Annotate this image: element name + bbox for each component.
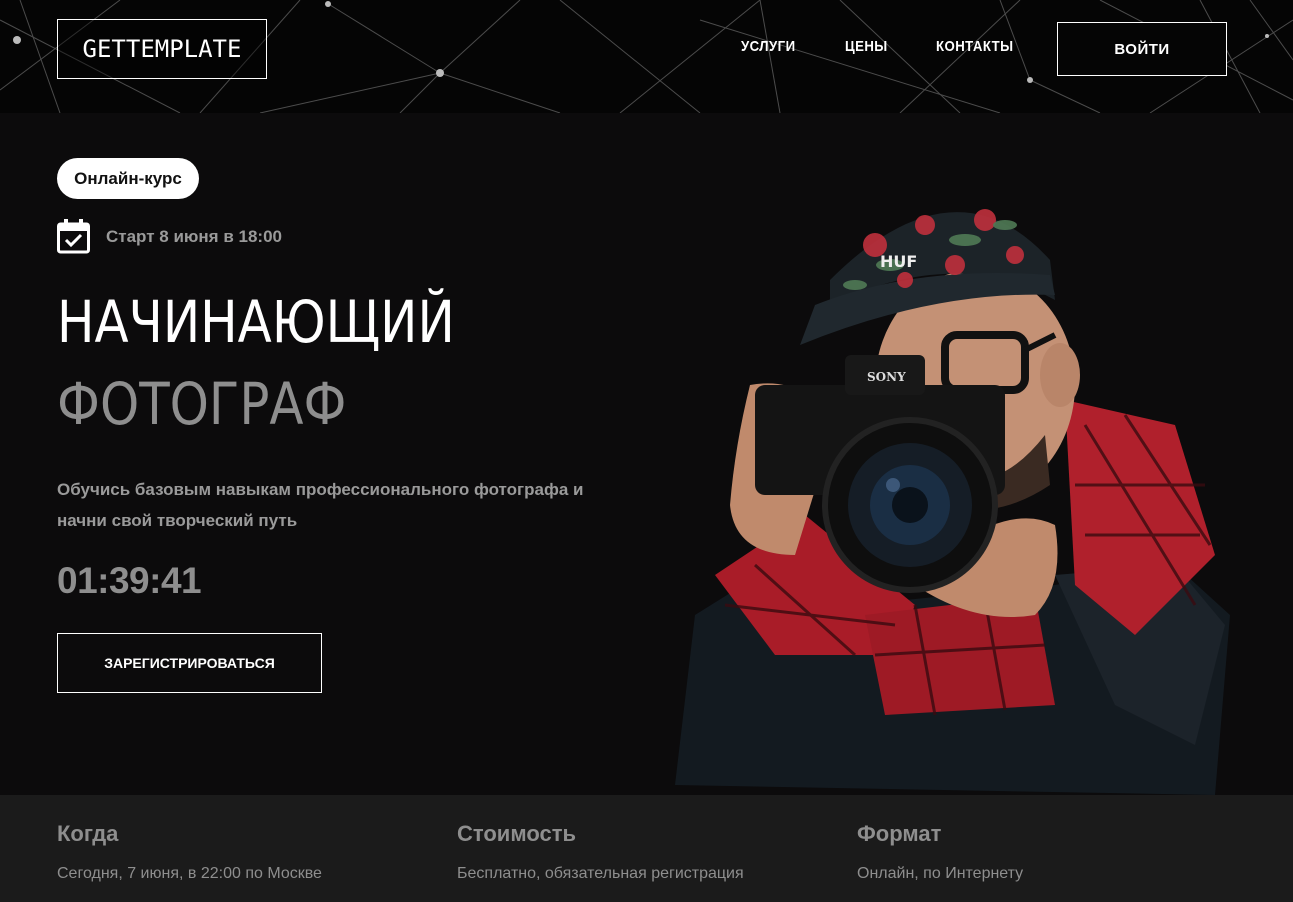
photographer-image: HUF SONY [675, 209, 1230, 795]
info-when-value: Сегодня, 7 июня, в 22:00 по Москве [57, 865, 322, 882]
start-date-row: Старт 8 июня в 18:00 [57, 219, 282, 254]
svg-text:HUF: HUF [880, 252, 917, 271]
login-button[interactable]: ВОЙТИ [1057, 22, 1227, 76]
info-strip: Когда Сегодня, 7 июня, в 22:00 по Москве… [0, 795, 1293, 902]
info-price-value: Бесплатно, обязательная регистрация [457, 865, 744, 882]
info-when-heading: Когда [57, 821, 119, 846]
course-type-badge: Онлайн-курс [57, 158, 199, 199]
register-button[interactable]: ЗАРЕГИСТРИРОВАТЬСЯ [57, 633, 322, 693]
info-format-heading: Формат [857, 821, 942, 846]
logo-text: GETTEMPLATE [82, 35, 242, 63]
course-title-line2: ФОТОГРАФ [57, 370, 347, 438]
course-description: Обучись базовым навыкам профессиональног… [57, 480, 584, 530]
countdown-timer: 01:39:41 [57, 560, 202, 601]
nav-prices[interactable]: ЦЕНЫ [845, 38, 888, 55]
info-price-heading: Стоимость [457, 821, 577, 846]
svg-text:SONY: SONY [867, 370, 906, 384]
site-header: GETTEMPLATE УСЛУГИ ЦЕНЫ КОНТАКТЫ ВОЙТИ [0, 0, 1293, 113]
logo[interactable]: GETTEMPLATE [57, 19, 267, 79]
nav-contacts[interactable]: КОНТАКТЫ [936, 38, 1014, 55]
info-format-value: Онлайн, по Интернету [857, 865, 1024, 882]
nav-services[interactable]: УСЛУГИ [741, 38, 796, 55]
start-date-text: Старт 8 июня в 18:00 [106, 226, 282, 246]
calendar-check-icon [57, 219, 90, 254]
course-title-line1: НАЧИНАЮЩИЙ [57, 288, 455, 356]
